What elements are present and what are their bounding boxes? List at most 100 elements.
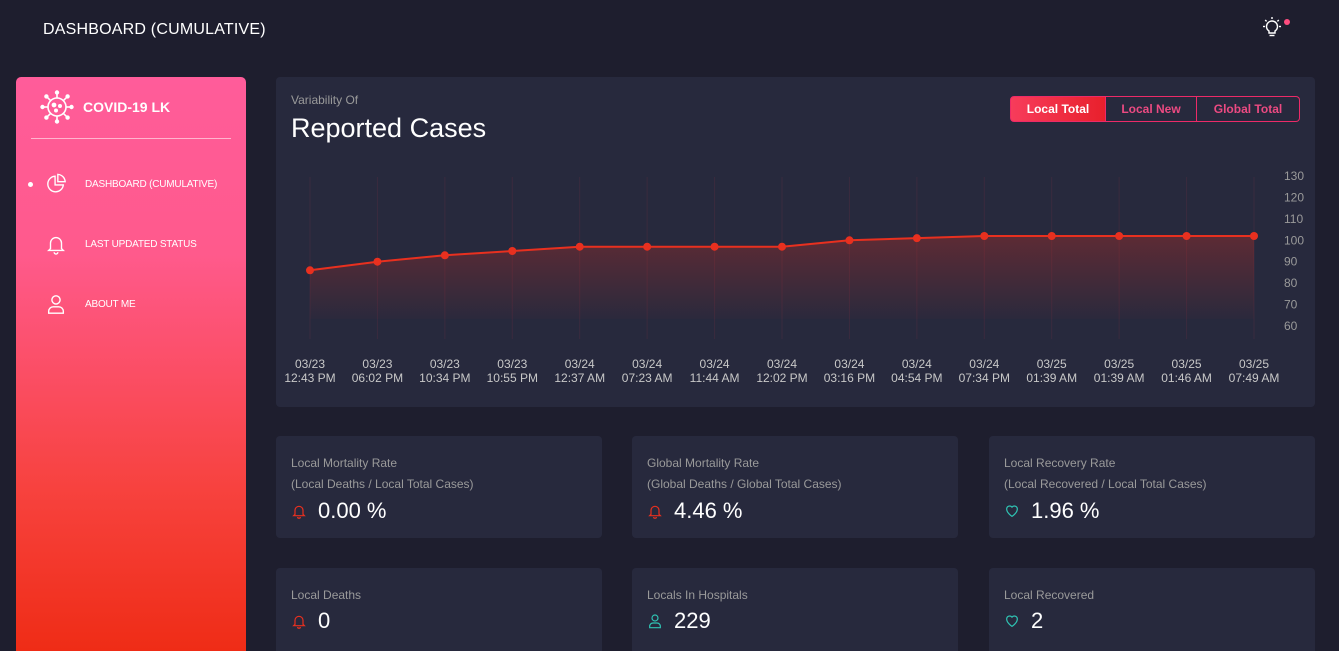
stat-card-local-recovered: Local Recovered 2	[989, 568, 1315, 651]
user-icon	[47, 295, 65, 314]
stat-card-local-mortality: Local Mortality Rate (Local Deaths / Loc…	[276, 436, 602, 538]
y-tick-label: 80	[1284, 276, 1298, 290]
stat-value: 2	[1031, 608, 1044, 633]
bell-icon	[47, 236, 65, 255]
sidebar-item-last-updated[interactable]: LAST UPDATED STATUS	[16, 229, 246, 259]
x-tick-label-date: 03/24	[834, 357, 864, 371]
heart-icon	[1006, 505, 1018, 518]
data-point	[845, 236, 854, 245]
data-point	[778, 242, 786, 251]
stat-title: Global Mortality Rate	[647, 456, 760, 470]
data-point	[306, 266, 314, 275]
notification-dot	[1284, 19, 1290, 25]
stat-card-local-recovery: Local Recovery Rate (Local Recovered / L…	[989, 436, 1315, 538]
stat-row: 0.00 %	[291, 498, 387, 524]
x-tick-label-date: 03/24	[969, 357, 999, 371]
x-tick-label-date: 03/23	[362, 357, 392, 371]
y-tick-label: 120	[1284, 190, 1304, 204]
x-tick-label-date: 03/24	[632, 357, 662, 371]
data-point	[1182, 232, 1191, 240]
x-tick-label-time: 07:49 AM	[1229, 371, 1280, 385]
stat-subtitle: (Local Deaths / Local Total Cases)	[291, 477, 474, 491]
y-tick-label: 100	[1284, 233, 1304, 247]
x-tick-label-time: 06:02 PM	[352, 371, 403, 385]
y-tick-label: 110	[1284, 212, 1303, 226]
stat-subtitle: (Local Recovered / Local Total Cases)	[1004, 477, 1207, 491]
stat-title: Local Mortality Rate	[291, 456, 398, 470]
theme-toggle-button[interactable]	[1260, 16, 1290, 42]
bell-icon	[292, 615, 306, 629]
data-point	[710, 242, 719, 251]
y-tick-label: 130	[1284, 169, 1304, 183]
data-point	[508, 247, 517, 255]
virus-icon	[40, 90, 74, 124]
x-tick-label-time: 11:44 AM	[690, 371, 740, 385]
stat-row: 0	[291, 608, 330, 634]
x-tick-label-time: 10:55 PM	[487, 371, 538, 385]
data-point	[373, 257, 382, 266]
user-icon	[649, 614, 661, 629]
data-point	[1250, 232, 1258, 240]
line-chart: 1301201101009080706003/2312:43 PM03/2306…	[284, 169, 1304, 385]
x-tick-label-date: 03/25	[1239, 357, 1269, 371]
data-point	[643, 242, 652, 251]
x-tick-label-date: 03/24	[565, 357, 595, 371]
stat-title: Local Recovery Rate	[1004, 456, 1116, 470]
chart-card: Variability Of Reported Cases Local Tota…	[276, 77, 1315, 407]
y-tick-label: 70	[1284, 298, 1298, 312]
x-tick-label-time: 07:34 PM	[959, 371, 1010, 385]
x-tick-label-date: 03/25	[1037, 357, 1067, 371]
x-tick-label-date: 03/25	[1104, 357, 1134, 371]
x-tick-label-date: 03/23	[497, 357, 527, 371]
stat-row: 229	[647, 608, 711, 634]
stat-value: 0.00 %	[318, 498, 387, 523]
stat-card-local-deaths: Local Deaths 0	[276, 568, 602, 651]
y-tick-label: 90	[1284, 255, 1298, 269]
x-tick-label-time: 01:46 AM	[1161, 371, 1212, 385]
data-point	[912, 234, 921, 243]
brand[interactable]: COVID-19 LK	[40, 89, 170, 125]
x-tick-label-date: 03/23	[295, 357, 325, 371]
x-tick-label-time: 12:37 AM	[554, 371, 605, 385]
sidebar-item-label: LAST UPDATED STATUS	[85, 238, 197, 250]
stat-title-block: Local Recovery Rate (Local Recovered / L…	[1004, 453, 1207, 495]
x-tick-label-date: 03/24	[700, 357, 730, 371]
stat-value: 1.96 %	[1031, 498, 1100, 523]
page-title: DASHBOARD (CUMULATIVE)	[43, 21, 266, 38]
sidebar: COVID-19 LK DASHBOARD (CUMULATIVE) LAST …	[16, 77, 246, 651]
x-tick-label-time: 10:34 PM	[419, 371, 470, 385]
stat-title: Local Recovered	[1004, 588, 1095, 602]
stat-value: 4.46 %	[674, 498, 743, 523]
pie-chart-icon	[47, 173, 66, 193]
y-tick-label: 60	[1284, 319, 1298, 333]
sidebar-item-label: DASHBOARD (CUMULATIVE)	[85, 178, 218, 190]
stat-card-global-mortality: Global Mortality Rate (Global Deaths / G…	[632, 436, 958, 538]
data-point	[1047, 232, 1056, 240]
sidebar-item-about[interactable]: ABOUT ME	[16, 289, 246, 319]
x-tick-label-time: 12:02 PM	[756, 371, 807, 385]
heart-icon	[1006, 615, 1018, 628]
data-point	[440, 251, 449, 260]
stat-title: Local Deaths	[291, 588, 362, 602]
stat-card-locals-in-hospitals: Locals In Hospitals 229	[632, 568, 958, 651]
brand-name: COVID-19 LK	[83, 99, 171, 115]
stat-title: Locals In Hospitals	[647, 588, 748, 602]
bell-icon	[292, 505, 306, 519]
bell-icon	[648, 505, 662, 519]
x-tick-label-date: 03/25	[1172, 357, 1202, 371]
stat-row: 1.96 %	[1004, 498, 1100, 524]
lightbulb-icon	[1263, 17, 1281, 37]
data-point	[1115, 232, 1124, 240]
x-tick-label-time: 01:39 AM	[1026, 371, 1077, 385]
sidebar-divider	[31, 138, 231, 139]
x-tick-label-time: 01:39 AM	[1094, 371, 1145, 385]
active-indicator	[28, 181, 33, 187]
x-tick-label-time: 12:43 PM	[284, 371, 335, 385]
x-tick-label-time: 03:16 PM	[824, 371, 875, 385]
data-point	[980, 232, 989, 240]
stat-value: 0	[318, 608, 331, 633]
x-tick-label-time: 07:23 AM	[622, 371, 673, 385]
stat-title-block: Local Mortality Rate (Local Deaths / Loc…	[291, 453, 474, 495]
sidebar-item-dashboard[interactable]: DASHBOARD (CUMULATIVE)	[16, 169, 246, 199]
stat-row: 4.46 %	[647, 498, 743, 524]
